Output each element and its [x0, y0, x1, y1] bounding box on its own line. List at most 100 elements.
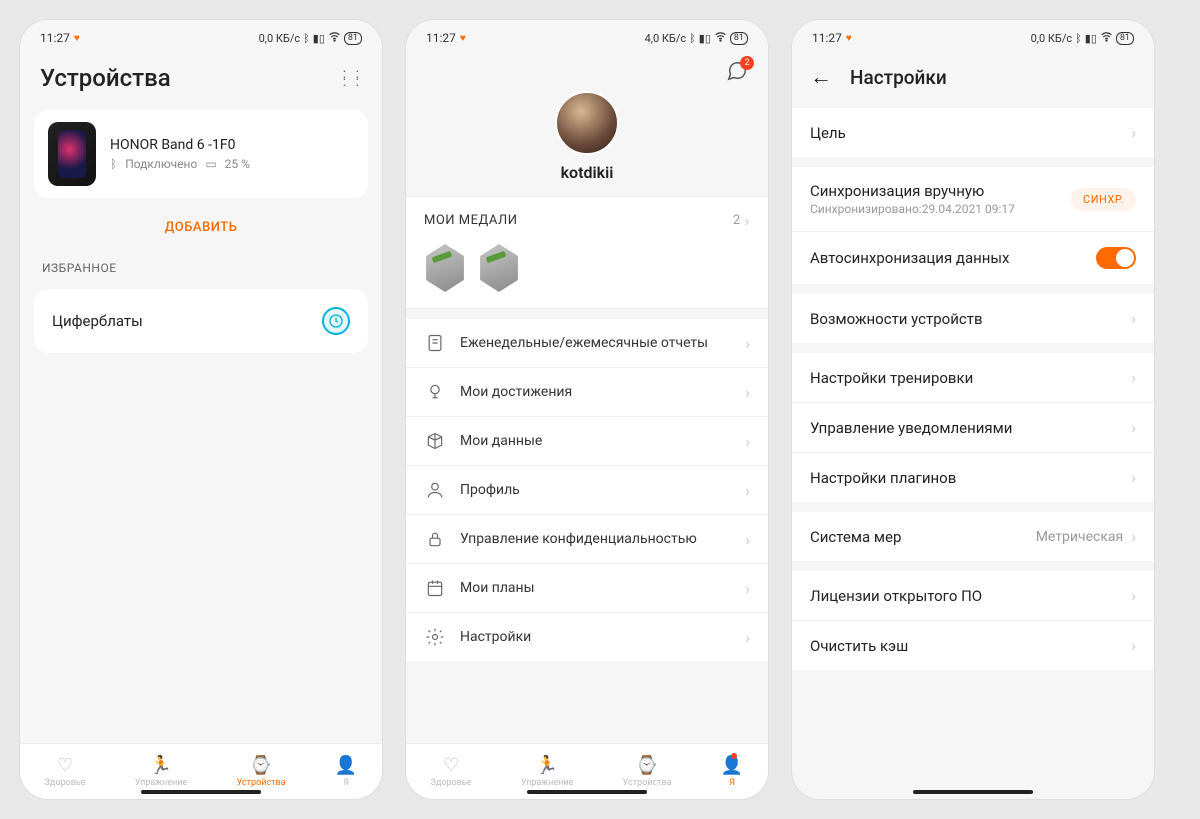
- signal-icon: ▮▯: [313, 32, 325, 45]
- chevron-right-icon: ›: [745, 530, 750, 549]
- home-indicator[interactable]: [141, 790, 261, 794]
- chevron-right-icon: ›: [745, 481, 750, 500]
- nav-exercise[interactable]: 🏃Упражнение: [521, 755, 573, 788]
- back-button[interactable]: ←: [810, 64, 832, 90]
- heart-icon: ♥: [846, 33, 852, 44]
- status-time: 11:27: [812, 31, 842, 45]
- chevron-right-icon: ›: [1131, 368, 1136, 387]
- status-net: 0,0 КБ/с: [1031, 32, 1073, 45]
- home-indicator[interactable]: [527, 790, 647, 794]
- status-time: 11:27: [40, 31, 70, 45]
- chevron-right-icon: ›: [745, 383, 750, 402]
- chevron-right-icon: ›: [745, 628, 750, 647]
- row-notifications[interactable]: Управление уведомлениями ›: [792, 403, 1154, 453]
- item-plans[interactable]: Мои планы ›: [406, 564, 768, 613]
- battery-icon: 81: [1116, 32, 1134, 45]
- status-net: 4,0 КБ/с: [645, 32, 687, 45]
- page-title: Устройства: [40, 64, 171, 92]
- battery-icon: 81: [344, 32, 362, 45]
- bluetooth-icon: ᛒ: [110, 157, 117, 171]
- wifi-icon: [1100, 30, 1113, 46]
- row-licenses[interactable]: Лицензии открытого ПО ›: [792, 571, 1154, 621]
- cube-icon: [424, 431, 446, 451]
- page-title: Настройки: [850, 66, 947, 89]
- battery-icon: ▭: [205, 157, 216, 171]
- nav-exercise[interactable]: 🏃Упражнение: [135, 755, 187, 788]
- row-units[interactable]: Система мер Метрическая›: [792, 512, 1154, 561]
- screen-devices: 11:27 ♥ 0,0 КБ/с ᛒ ▮▯ 81 Устройства : ::…: [20, 20, 382, 799]
- item-settings[interactable]: Настройки ›: [406, 613, 768, 661]
- battery-icon: 81: [730, 32, 748, 45]
- chevron-right-icon: ›: [745, 579, 750, 598]
- add-button[interactable]: ДОБАВИТЬ: [20, 206, 382, 245]
- status-bar: 11:27 ♥ 0,0 КБ/с ᛒ ▮▯ 81: [20, 20, 382, 52]
- chevron-right-icon: ›: [1131, 636, 1136, 655]
- watch-icon: ⌚: [250, 755, 272, 776]
- chevron-right-icon: ›: [1131, 309, 1136, 328]
- chevron-right-icon: ›: [745, 334, 750, 353]
- home-indicator[interactable]: [913, 790, 1033, 794]
- nav-health[interactable]: ♡Здоровье: [45, 755, 86, 788]
- units-value: Метрическая: [1036, 529, 1123, 545]
- status-net: 0,0 КБ/с: [259, 32, 301, 45]
- trophy-icon: [424, 382, 446, 402]
- chevron-right-icon: ›: [745, 432, 750, 451]
- item-privacy[interactable]: Управление конфиденциальностью ›: [406, 515, 768, 564]
- messages-button[interactable]: 2: [726, 60, 748, 87]
- medal-icon[interactable]: [424, 244, 466, 292]
- chevron-right-icon: ›: [1131, 586, 1136, 605]
- device-image: [48, 122, 96, 186]
- bluetooth-icon: ᛒ: [303, 32, 310, 45]
- row-device-capabilities[interactable]: Возможности устройств ›: [792, 294, 1154, 343]
- chevron-right-icon: ›: [1131, 123, 1136, 142]
- signal-icon: ▮▯: [1085, 32, 1097, 45]
- person-icon: [424, 480, 446, 500]
- favorites-label: ИЗБРАННОЕ: [20, 245, 382, 281]
- medal-icon[interactable]: [478, 244, 520, 292]
- item-profile[interactable]: Профиль ›: [406, 466, 768, 515]
- watch-icon: ⌚: [636, 755, 658, 776]
- wifi-icon: [714, 30, 727, 46]
- bluetooth-icon: ᛒ: [1075, 32, 1082, 45]
- sync-button[interactable]: СИНХР.: [1071, 188, 1136, 211]
- scan-icon[interactable]: : :: :: [343, 70, 362, 86]
- row-clear-cache[interactable]: Очистить кэш ›: [792, 621, 1154, 670]
- device-status: Подключено: [125, 157, 197, 171]
- device-card[interactable]: HONOR Band 6 -1F0 ᛒ Подключено ▭ 25 %: [34, 110, 368, 198]
- item-achievements[interactable]: Мои достижения ›: [406, 368, 768, 417]
- calendar-icon: [424, 578, 446, 598]
- wifi-icon: [328, 30, 341, 46]
- row-workout-settings[interactable]: Настройки тренировки ›: [792, 353, 1154, 403]
- report-icon: [424, 333, 446, 353]
- chevron-right-icon: ›: [745, 211, 750, 230]
- row-plugins[interactable]: Настройки плагинов ›: [792, 453, 1154, 502]
- status-bar: 11:27 ♥ 4,0 КБ/с ᛒ ▮▯ 81: [406, 20, 768, 52]
- watchfaces-label: Циферблаты: [52, 312, 143, 330]
- chevron-right-icon: ›: [1131, 468, 1136, 487]
- nav-me[interactable]: 👤Я: [721, 755, 743, 788]
- chevron-right-icon: ›: [1131, 527, 1136, 546]
- chevron-right-icon: ›: [1131, 418, 1136, 437]
- nav-devices[interactable]: ⌚Устройства: [237, 755, 286, 788]
- heart-icon: ♥: [460, 33, 466, 44]
- status-bar: 11:27 ♥ 0,0 КБ/с ᛒ ▮▯ 81: [792, 20, 1154, 52]
- medals-header[interactable]: МОИ МЕДАЛИ 2›: [406, 197, 768, 240]
- autosync-toggle[interactable]: [1096, 247, 1136, 269]
- row-autosync[interactable]: Автосинхронизация данных: [792, 232, 1154, 284]
- medals-label: МОИ МЕДАЛИ: [424, 213, 517, 228]
- gear-icon: [424, 627, 446, 647]
- nav-devices[interactable]: ⌚Устройства: [623, 755, 672, 788]
- item-reports[interactable]: Еженедельные/ежемесячные отчеты ›: [406, 319, 768, 368]
- item-mydata[interactable]: Мои данные ›: [406, 417, 768, 466]
- row-sync-manual[interactable]: Синхронизация вручную Синхронизировано:2…: [792, 167, 1154, 232]
- avatar[interactable]: [555, 91, 619, 155]
- nav-health[interactable]: ♡Здоровье: [431, 755, 472, 788]
- row-goal[interactable]: Цель ›: [792, 108, 1154, 157]
- nav-me[interactable]: 👤Я: [335, 755, 357, 788]
- heart-icon: ♡: [443, 755, 459, 776]
- run-icon: 🏃: [150, 755, 172, 776]
- watchfaces-item[interactable]: Циферблаты: [34, 289, 368, 353]
- medals-row: [406, 240, 768, 308]
- messages-badge: 2: [740, 56, 754, 70]
- sync-timestamp: Синхронизировано:29.04.2021 09:17: [810, 202, 1015, 216]
